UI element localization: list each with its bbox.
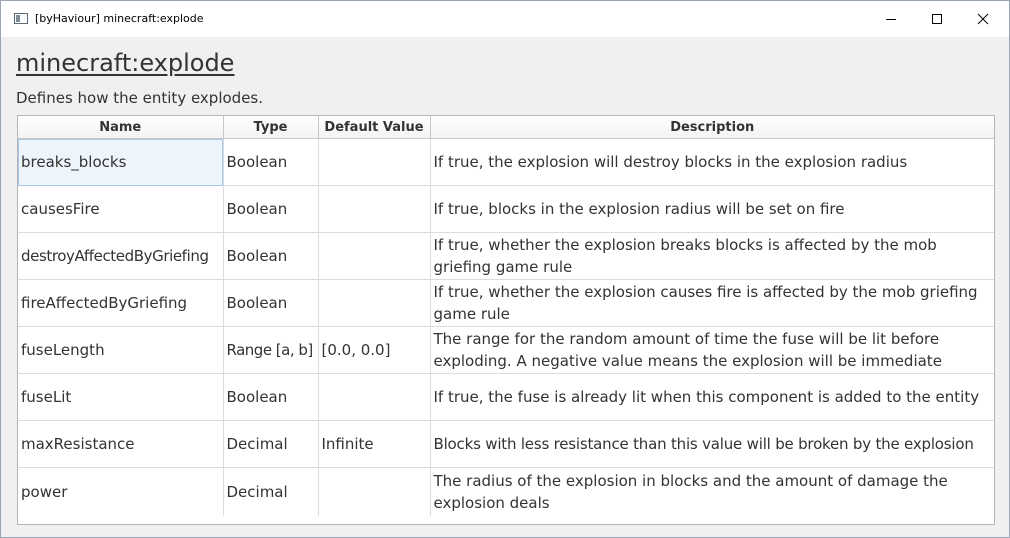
cell-description[interactable]: If true, the explosion will destroy bloc… — [430, 138, 994, 186]
table-row[interactable]: fuseLength Range [a, b] [0.0, 0.0] The r… — [18, 326, 994, 374]
minimize-icon — [886, 19, 896, 20]
cell-type[interactable]: Boolean — [223, 279, 319, 327]
window-title: [byHaviour] minecraft:explode — [35, 12, 204, 25]
content-area: minecraft:explode Defines how the entity… — [1, 37, 1009, 537]
cell-type[interactable]: Boolean — [223, 232, 319, 280]
maximize-button[interactable] — [914, 1, 960, 37]
table-row[interactable]: fireAffectedByGriefing Boolean If true, … — [18, 279, 994, 327]
cell-description[interactable]: The range for the random amount of time … — [430, 326, 994, 374]
cell-description[interactable]: If true, whether the explosion causes fi… — [430, 279, 994, 327]
cell-name[interactable]: fuseLit — [18, 373, 224, 421]
cell-name[interactable]: fireAffectedByGriefing — [18, 279, 224, 327]
cell-description[interactable]: Blocks with less resistance than this va… — [430, 420, 994, 468]
cell-name[interactable]: causesFire — [18, 185, 224, 233]
cell-default-value[interactable] — [318, 138, 431, 186]
table-header-row: Name Type Default Value Description — [18, 116, 994, 139]
cell-type[interactable]: Boolean — [223, 138, 319, 186]
maximize-icon — [932, 14, 942, 24]
cell-description[interactable]: If true, the fuse is already lit when th… — [430, 373, 994, 421]
cell-default-value[interactable] — [318, 185, 431, 233]
page-title: minecraft:explode — [16, 49, 235, 77]
cell-name[interactable]: power — [18, 467, 224, 516]
cell-type[interactable]: Boolean — [223, 373, 319, 421]
cell-description[interactable]: The radius of the explosion in blocks an… — [430, 468, 994, 516]
table-row[interactable]: causesFire Boolean If true, blocks in th… — [18, 185, 994, 233]
table-row[interactable]: fuseLit Boolean If true, the fuse is alr… — [18, 373, 994, 421]
close-button[interactable] — [960, 1, 1006, 37]
properties-table[interactable]: Name Type Default Value Description brea… — [17, 115, 995, 525]
cell-type[interactable]: Range [a, b] — [223, 326, 319, 374]
window-app-icon — [14, 13, 28, 24]
cell-name[interactable]: maxResistance — [18, 420, 224, 468]
table-row[interactable]: destroyAffectedByGriefing Boolean If tru… — [18, 232, 994, 280]
cell-name[interactable]: fuseLength — [18, 326, 224, 374]
cell-type[interactable]: Decimal — [223, 467, 319, 516]
cell-default-value[interactable] — [318, 467, 431, 516]
cell-description[interactable]: If true, blocks in the explosion radius … — [430, 185, 994, 233]
table-row[interactable]: maxResistance Decimal Infinite Blocks wi… — [18, 420, 994, 468]
cell-default-value[interactable] — [318, 279, 431, 327]
table-row[interactable]: power Decimal The radius of the explosio… — [18, 467, 994, 516]
cell-default-value[interactable]: [0.0, 0.0] — [318, 326, 431, 374]
app-window: [byHaviour] minecraft:explode minecraft:… — [0, 0, 1010, 538]
cell-default-value[interactable] — [318, 232, 431, 280]
cell-type[interactable]: Decimal — [223, 420, 319, 468]
cell-name[interactable]: destroyAffectedByGriefing — [18, 232, 224, 280]
cell-description[interactable]: If true, whether the explosion breaks bl… — [430, 232, 994, 280]
table-row[interactable]: breaks_blocks Boolean If true, the explo… — [18, 138, 994, 186]
minimize-button[interactable] — [868, 1, 914, 37]
column-header-name[interactable]: Name — [18, 116, 224, 139]
cell-name[interactable]: breaks_blocks — [18, 138, 224, 186]
column-header-type[interactable]: Type — [223, 116, 319, 139]
title-bar[interactable]: [byHaviour] minecraft:explode — [1, 1, 1009, 37]
cell-default-value[interactable] — [318, 373, 431, 421]
column-header-default-value[interactable]: Default Value — [318, 116, 431, 139]
page-description: Defines how the entity explodes. — [16, 89, 264, 107]
column-header-description[interactable]: Description — [430, 116, 994, 139]
close-icon — [977, 13, 989, 25]
cell-type[interactable]: Boolean — [223, 185, 319, 233]
cell-default-value[interactable]: Infinite — [318, 420, 431, 468]
